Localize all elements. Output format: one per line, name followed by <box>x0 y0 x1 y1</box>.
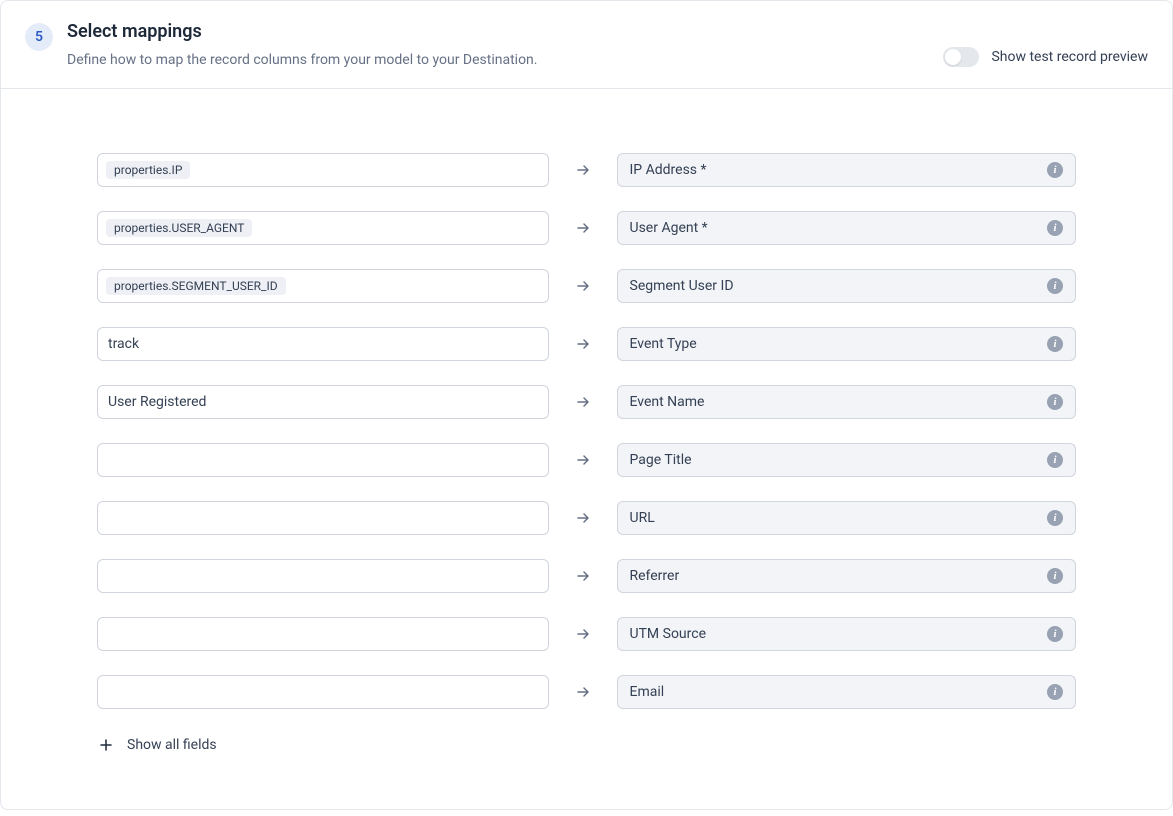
source-chip: properties.SEGMENT_USER_ID <box>106 277 286 295</box>
source-input[interactable]: properties.SEGMENT_USER_ID <box>97 269 549 303</box>
arrow-right-icon <box>573 624 593 644</box>
destination-label: Event Type <box>630 336 697 352</box>
mapping-row: Email i <box>97 675 1076 709</box>
source-input[interactable] <box>97 443 549 477</box>
arrow-right-icon <box>573 508 593 528</box>
section-subtitle: Define how to map the record columns fro… <box>67 52 537 68</box>
info-icon[interactable]: i <box>1047 684 1063 700</box>
show-all-fields-button[interactable]: Show all fields <box>97 737 1076 753</box>
source-input[interactable] <box>97 675 549 709</box>
header-right: Show test record preview <box>943 47 1148 67</box>
destination-label: Referrer <box>630 568 680 584</box>
card-header: 5 Select mappings Define how to map the … <box>1 1 1172 89</box>
mappings-card: 5 Select mappings Define how to map the … <box>0 0 1173 810</box>
destination-label: Email <box>630 684 665 700</box>
destination-label: Page Title <box>630 452 692 468</box>
info-icon[interactable]: i <box>1047 336 1063 352</box>
info-icon[interactable]: i <box>1047 162 1063 178</box>
info-icon[interactable]: i <box>1047 220 1063 236</box>
destination-label: IP Address * <box>630 162 707 178</box>
mapping-row: Referrer i <box>97 559 1076 593</box>
source-text: User Registered <box>106 394 206 410</box>
mapping-row: track Event Type i <box>97 327 1076 361</box>
arrow-right-icon <box>573 276 593 296</box>
source-chip: properties.USER_AGENT <box>106 219 252 237</box>
toggle-knob <box>945 49 961 65</box>
arrow-right-icon <box>573 682 593 702</box>
source-input[interactable]: properties.USER_AGENT <box>97 211 549 245</box>
destination-label: URL <box>630 510 655 526</box>
source-chip: properties.IP <box>106 161 190 179</box>
destination-field[interactable]: Email i <box>617 675 1077 709</box>
source-input[interactable]: User Registered <box>97 385 549 419</box>
arrow-right-icon <box>573 334 593 354</box>
source-input[interactable] <box>97 559 549 593</box>
source-text: track <box>106 336 139 352</box>
mapping-row: properties.SEGMENT_USER_ID Segment User I… <box>97 269 1076 303</box>
mapping-row: UTM Source i <box>97 617 1076 651</box>
info-icon[interactable]: i <box>1047 626 1063 642</box>
info-icon[interactable]: i <box>1047 394 1063 410</box>
arrow-right-icon <box>573 160 593 180</box>
arrow-right-icon <box>573 450 593 470</box>
source-input[interactable]: track <box>97 327 549 361</box>
arrow-right-icon <box>573 566 593 586</box>
destination-label: Event Name <box>630 394 705 410</box>
mapping-row: properties.IP IP Address * i <box>97 153 1076 187</box>
header-left: 5 Select mappings Define how to map the … <box>25 21 537 68</box>
info-icon[interactable]: i <box>1047 568 1063 584</box>
destination-field[interactable]: Page Title i <box>617 443 1077 477</box>
arrow-right-icon <box>573 392 593 412</box>
destination-field[interactable]: URL i <box>617 501 1077 535</box>
destination-field[interactable]: Event Type i <box>617 327 1077 361</box>
toggle-label: Show test record preview <box>991 49 1148 65</box>
destination-field[interactable]: IP Address * i <box>617 153 1077 187</box>
destination-field[interactable]: Segment User ID i <box>617 269 1077 303</box>
mapping-row: properties.USER_AGENT User Agent * i <box>97 211 1076 245</box>
source-input[interactable]: properties.IP <box>97 153 549 187</box>
section-title: Select mappings <box>67 21 537 42</box>
mapping-row: URL i <box>97 501 1076 535</box>
destination-field[interactable]: UTM Source i <box>617 617 1077 651</box>
destination-label: UTM Source <box>630 626 707 642</box>
source-input[interactable] <box>97 501 549 535</box>
info-icon[interactable]: i <box>1047 278 1063 294</box>
show-all-label: Show all fields <box>127 737 217 753</box>
info-icon[interactable]: i <box>1047 452 1063 468</box>
info-icon[interactable]: i <box>1047 510 1063 526</box>
mapping-row: User Registered Event Name i <box>97 385 1076 419</box>
destination-field[interactable]: User Agent * i <box>617 211 1077 245</box>
source-input[interactable] <box>97 617 549 651</box>
test-preview-toggle[interactable] <box>943 47 979 67</box>
destination-label: User Agent * <box>630 220 708 236</box>
destination-field[interactable]: Referrer i <box>617 559 1077 593</box>
mapping-row: Page Title i <box>97 443 1076 477</box>
plus-icon <box>99 738 113 752</box>
arrow-right-icon <box>573 218 593 238</box>
card-body: properties.IPIP Address *iproperties.USE… <box>1 89 1172 809</box>
destination-field[interactable]: Event Name i <box>617 385 1077 419</box>
step-badge: 5 <box>25 23 53 51</box>
destination-label: Segment User ID <box>630 278 734 294</box>
